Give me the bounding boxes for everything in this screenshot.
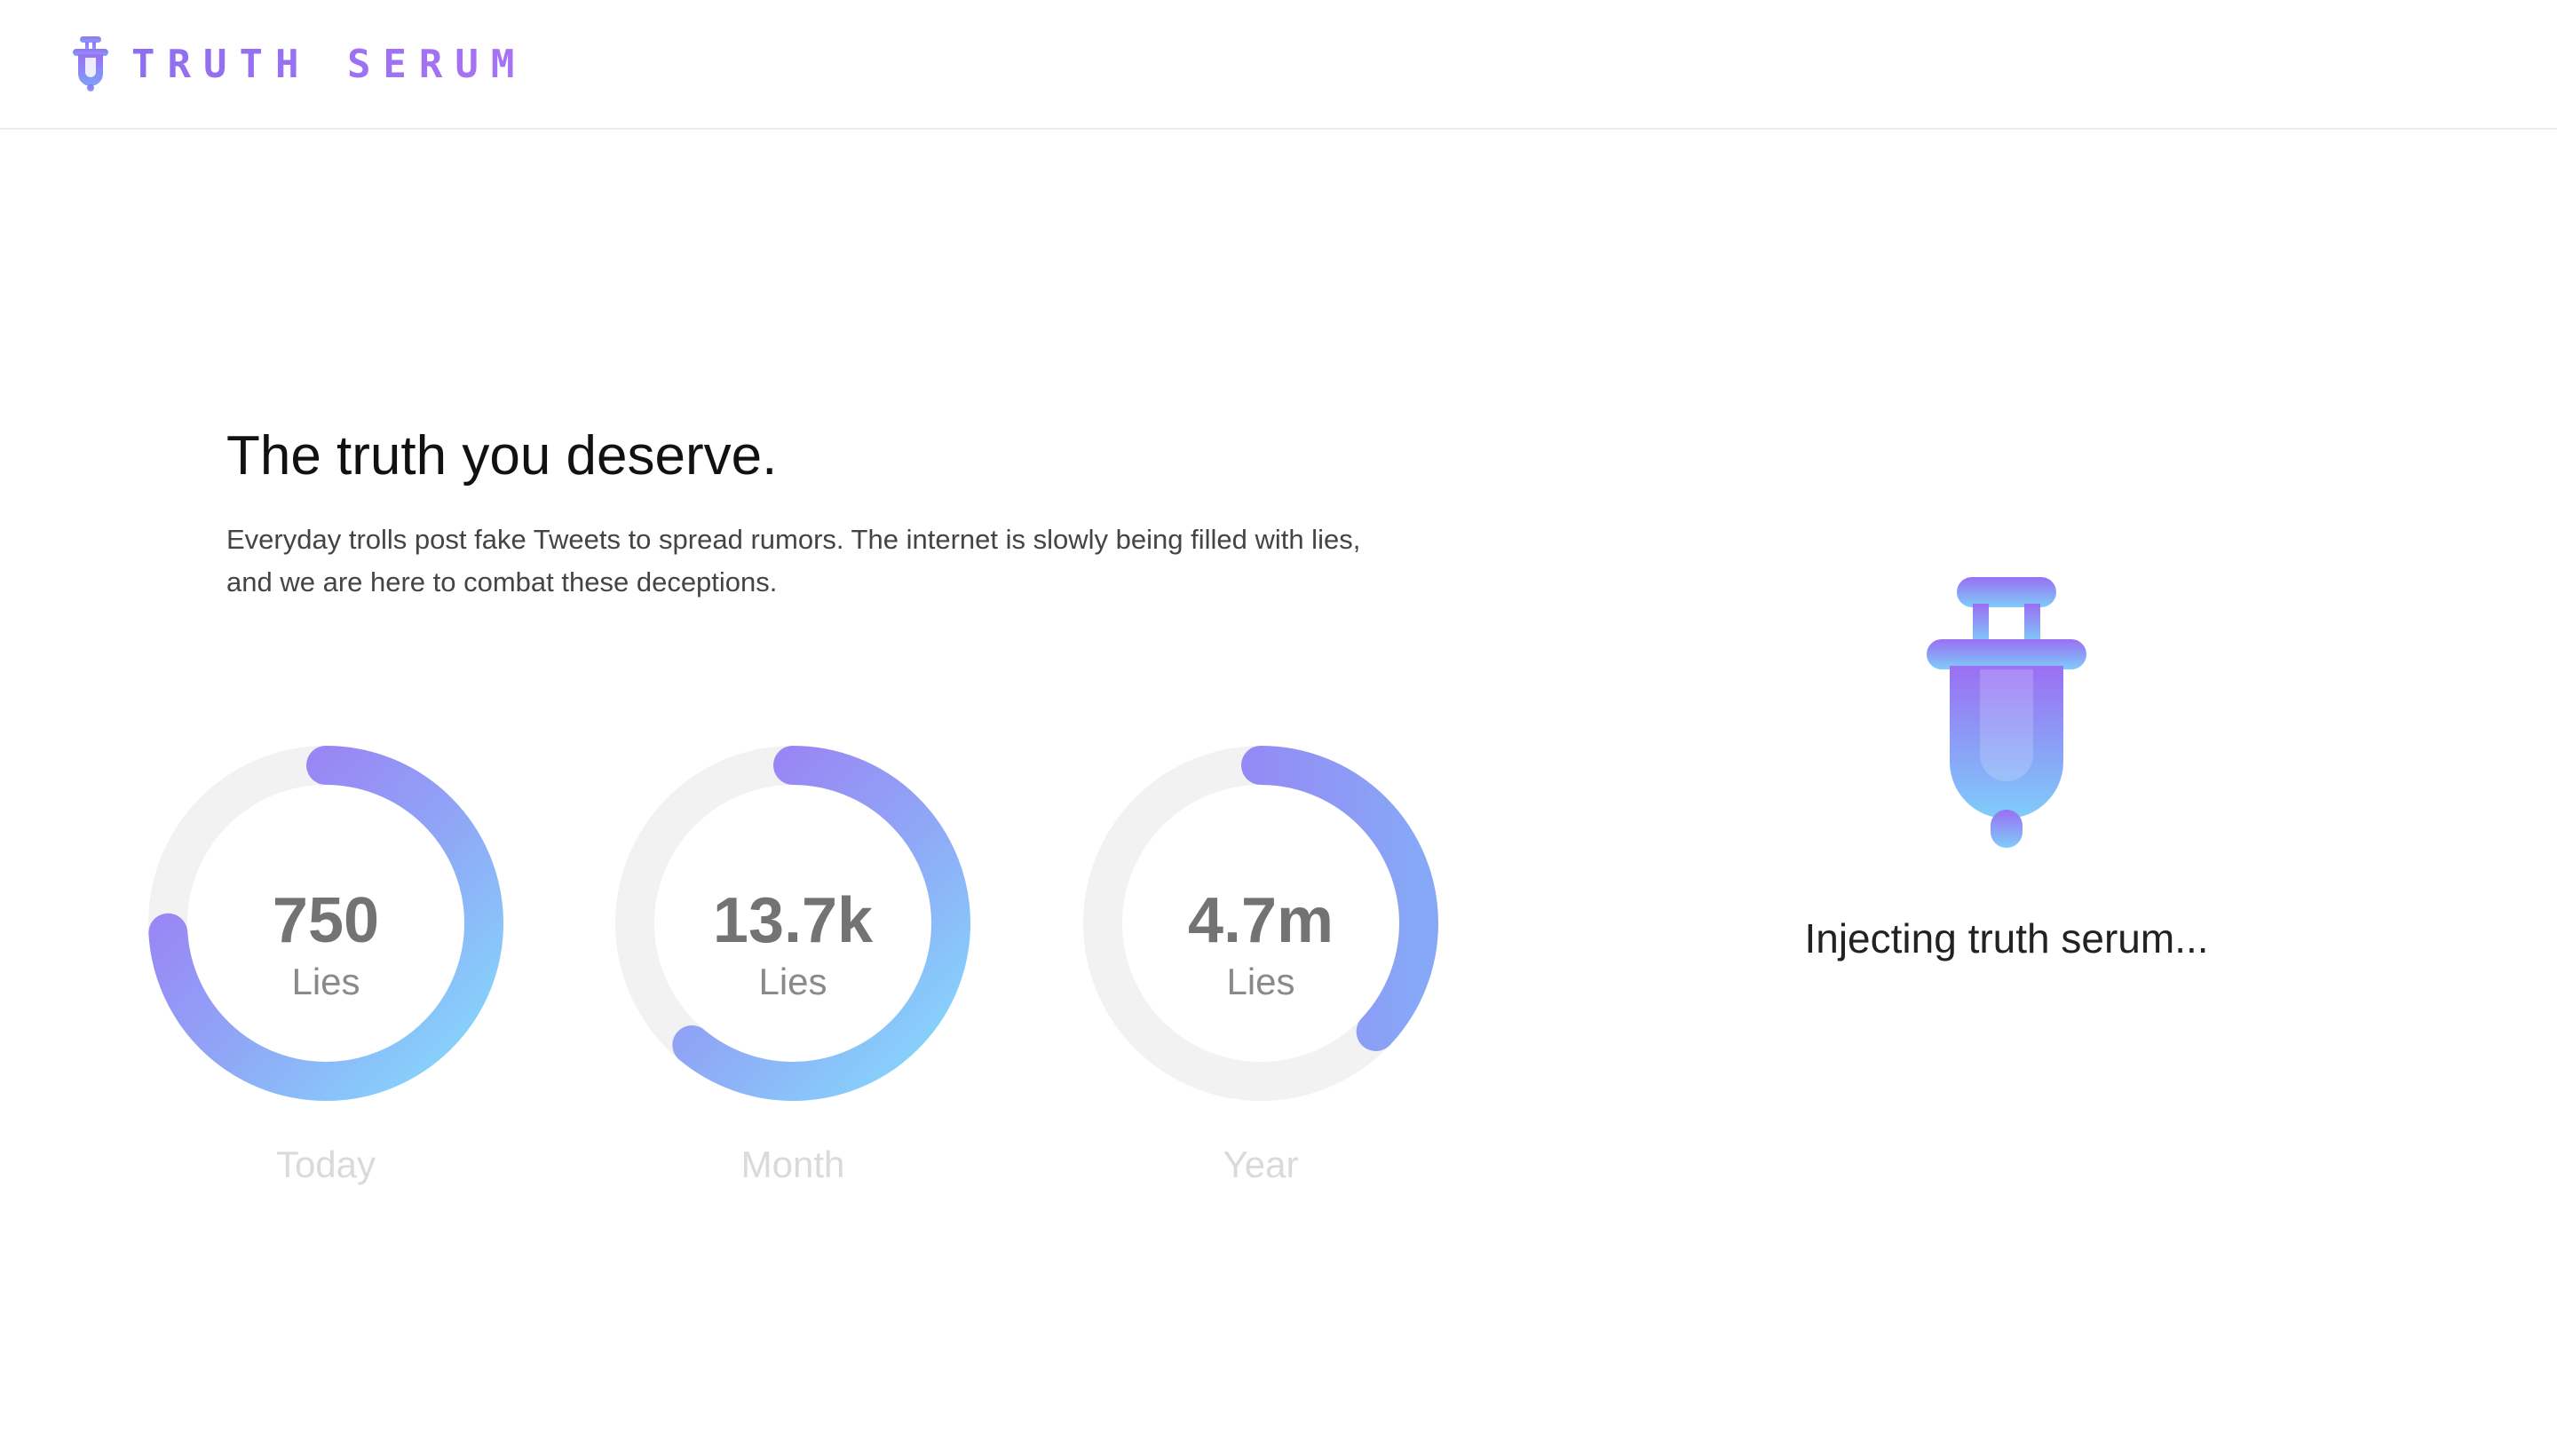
loading-text: Injecting truth serum... xyxy=(1804,915,2209,961)
hero-description: Everyday trolls post fake Tweets to spre… xyxy=(226,524,1361,597)
stat-period: Today xyxy=(275,1143,376,1185)
stat-period: Month xyxy=(740,1143,845,1185)
syringe-icon xyxy=(1927,577,2086,848)
logo-link[interactable]: TRUTH SERUM xyxy=(73,36,526,92)
stat-period: Year xyxy=(1223,1143,1299,1185)
hero-title: The truth you deserve. xyxy=(226,425,778,487)
stat-unit: Lies xyxy=(758,961,827,1002)
loading-panel: Injecting truth serum... xyxy=(1758,577,2255,985)
stat-card-today: 750 Lies Today xyxy=(139,737,512,1216)
stat-unit: Lies xyxy=(1226,961,1295,1002)
stat-card-year: 4.7m Lies Year xyxy=(1074,737,1447,1216)
stat-unit: Lies xyxy=(291,961,360,1002)
stat-value: 13.7k xyxy=(712,885,874,956)
brand-name: TRUTH SERUM xyxy=(131,41,527,87)
header: TRUTH SERUM xyxy=(0,0,2557,130)
stat-value: 750 xyxy=(272,885,380,956)
stat-value: 4.7m xyxy=(1187,885,1334,956)
syringe-icon xyxy=(73,36,108,91)
stat-card-month: 13.7k Lies Month xyxy=(606,737,979,1216)
